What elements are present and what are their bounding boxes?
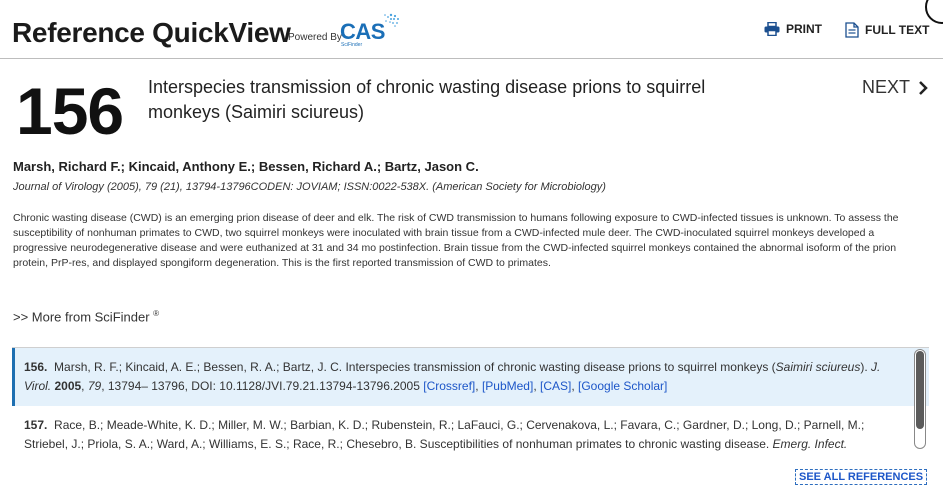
article-title: Interspecies transmission of chronic was… [148,77,706,122]
cas-logo: CAS SciFinder [340,13,400,48]
full-text-button[interactable]: FULL TEXT [845,22,929,38]
reference-list-scrollbar[interactable] [914,349,926,449]
reference-list[interactable]: 156. Marsh, R. F.; Kincaid, A. E.; Besse… [12,347,929,453]
see-all-references-button[interactable]: SEE ALL REFERENCES [795,469,928,485]
reference-volume: 79 [87,379,102,393]
crossref-link[interactable]: [Crossref] [423,379,475,393]
print-button[interactable]: PRINT [764,22,822,36]
reference-pages-doi: , 13794– 13796, DOI: 10.1128/JVI.79.21.1… [101,379,424,393]
reference-item-text: Marsh, R. F.; Kincaid, A. E.; Bessen, R.… [54,360,776,374]
reference-species-close: ). [860,360,872,374]
powered-by-label: Powered By [288,32,342,43]
reference-item-number: 156. [24,360,48,374]
reference-item: 157. Race, B.; Meade-White, K. D.; Mille… [12,406,929,453]
article-abstract: Chronic wasting disease (CWD) is an emer… [13,212,899,269]
cas-logo-subtext: SciFinder [341,42,363,48]
next-button[interactable]: NEXT [862,77,928,98]
reference-year: 2005 [54,379,82,393]
reference-species: Saimiri sciureus [775,360,861,374]
cas-link[interactable]: [CAS] [540,379,571,393]
journal-citation: Journal of Virology (2005), 79 (21), 137… [13,181,606,193]
reference-number: 156 [16,74,124,148]
page-title: Reference QuickView [12,17,291,48]
reference-item-text: Race, B.; Meade-White, K. D.; Miller, M.… [24,418,865,451]
next-label: NEXT [862,77,911,97]
pubmed-link[interactable]: [PubMed] [482,379,533,393]
cas-burst-icon [384,13,399,27]
reference-item-number: 157. [24,418,48,432]
more-label: >> More from SciFinder [13,309,150,325]
article-authors: Marsh, Richard F.; Kincaid, Anthony E.; … [13,159,479,174]
quickview-header: Reference QuickView Powered By CAS SciFi… [0,0,943,59]
more-from-scifinder-link[interactable]: >> More from SciFinder ® [13,309,159,324]
registered-mark: ® [153,309,160,318]
printer-icon [764,22,780,36]
full-text-label: FULL TEXT [865,23,930,37]
chevron-right-icon [919,80,928,95]
reference-item: 156. Marsh, R. F.; Kincaid, A. E.; Besse… [12,348,929,406]
document-icon [845,22,859,38]
scrollbar-thumb[interactable] [916,351,924,429]
close-icon[interactable] [925,0,943,24]
reference-journal: Emerg. Infect. [772,437,848,451]
print-label: PRINT [786,22,822,36]
google-scholar-link[interactable]: [Google Scholar] [578,379,667,393]
